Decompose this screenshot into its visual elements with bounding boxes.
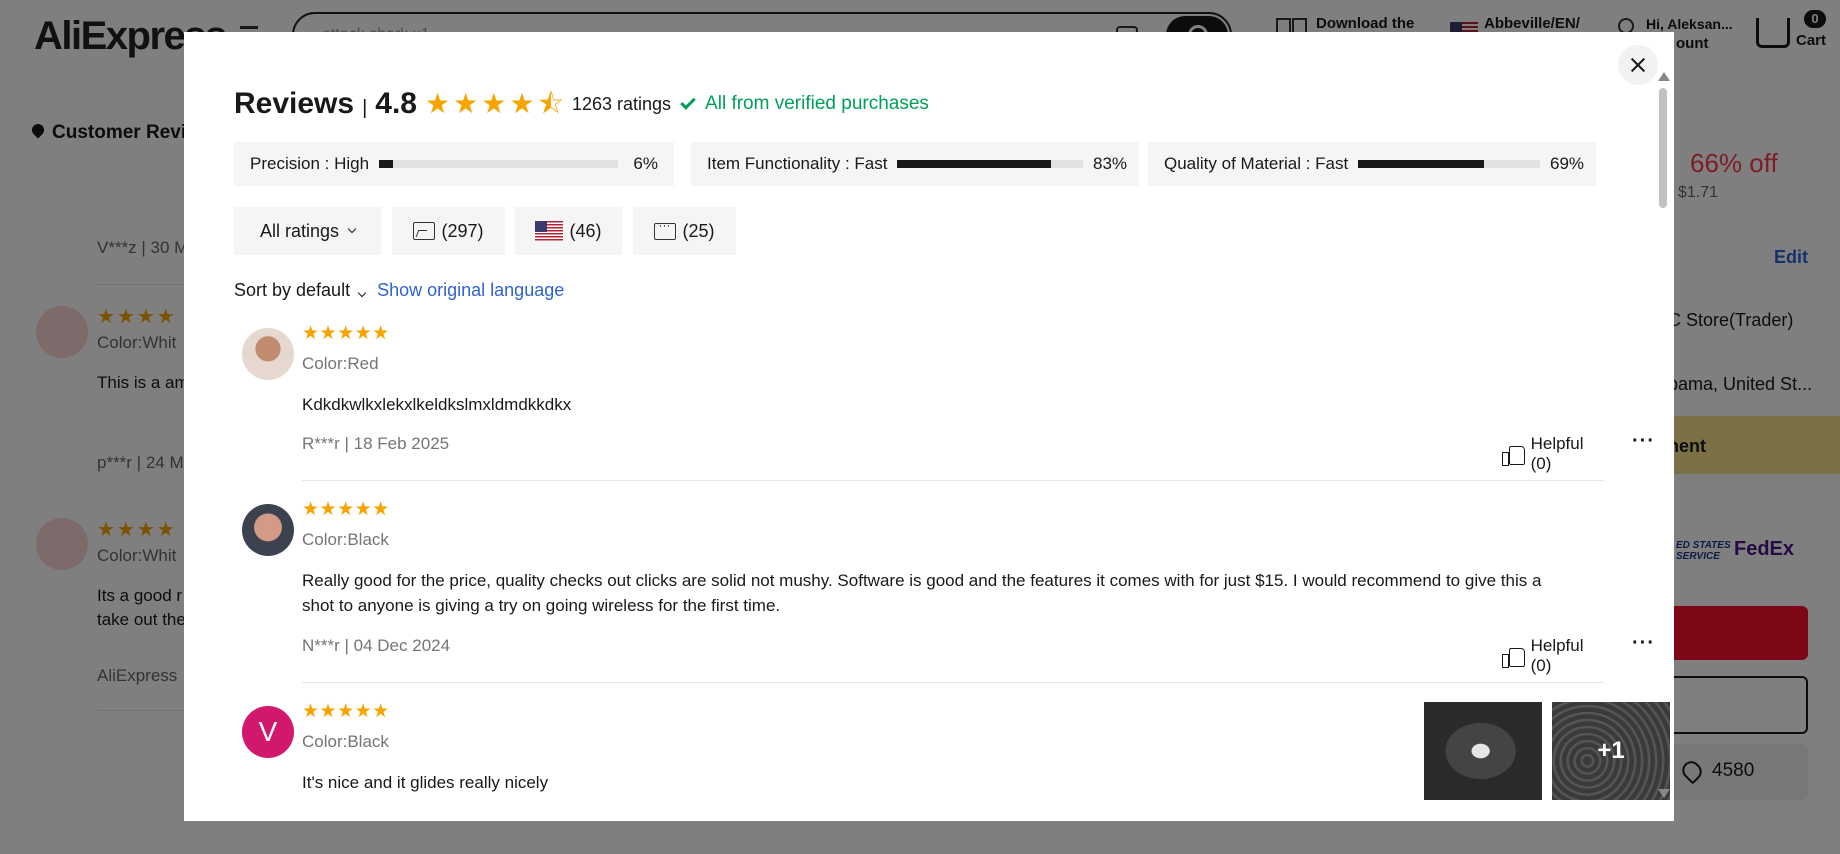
metric-percent: 69% [1550, 154, 1585, 173]
filter-country[interactable]: (46) [515, 207, 622, 255]
check-icon [680, 94, 696, 110]
divider [302, 480, 1604, 481]
show-original-language-link[interactable]: Show original language [377, 280, 564, 301]
filter-country-count: (46) [569, 220, 602, 241]
reviews-header: Reviews | 4.8 ★ ★ ★ ★ ⯪ 1263 ratings All… [234, 84, 929, 124]
modal-scrollbar[interactable] [1655, 72, 1670, 798]
filter-with-comments[interactable]: (25) [633, 207, 736, 255]
review-text: It's nice and it glides really nicely [302, 773, 549, 792]
metric-bar [379, 160, 618, 168]
filter-all-ratings-label: All ratings [259, 220, 340, 241]
review-variant: Color:Black [302, 530, 389, 549]
thumbs-up-icon [1502, 646, 1525, 668]
review-text: Really good for the price, quality check… [302, 571, 1542, 615]
us-flag-icon [535, 221, 564, 241]
metric-percent: 6% [633, 154, 658, 173]
metric-quality-of-material: Quality of Material : Fast 69% [1148, 142, 1596, 186]
verified-label: All from verified purchases [680, 93, 929, 115]
review-stars: ★★★★★ [302, 499, 390, 520]
metric-fill [379, 160, 394, 168]
thumbs-up-icon [1502, 444, 1525, 466]
review-meta: N***r | 04 Dec 2024 [302, 636, 451, 655]
review-stars: ★★★★★ [302, 323, 390, 344]
metric-precision: Precision : High 6% [234, 142, 674, 186]
review-meta: R***r | 18 Feb 2025 [302, 434, 450, 453]
review-text: Kdkdkwlkxlekxlkeldkslmxldmdkkdkx [302, 395, 572, 414]
helpful-label: Helpful (0) [1530, 434, 1584, 473]
star-icon: ★ [453, 88, 479, 119]
reviews-modal: Reviews | 4.8 ★ ★ ★ ★ ⯪ 1263 ratings All… [184, 32, 1674, 821]
metric-item-functionality: Item Functionality : Fast 83% [691, 142, 1139, 186]
reviews-title: Reviews [234, 87, 355, 120]
review-item: ★★★★★ Color:Red Kdkdkwlkxlekxlkeldkslmxl… [234, 322, 1654, 504]
image-icon [413, 222, 436, 240]
rating-stars: ★ ★ ★ ★ ⯪ [425, 90, 564, 118]
review-photo[interactable] [1424, 702, 1542, 800]
filter-with-photos[interactable]: (297) [392, 207, 505, 255]
title-separator: | [362, 96, 368, 119]
helpful-button[interactable]: Helpful (0) [1502, 434, 1604, 474]
filter-comments-count: (25) [682, 220, 715, 241]
more-options-icon[interactable]: ··· [1632, 430, 1655, 453]
star-icon: ★ [425, 88, 451, 119]
metric-fill [1358, 160, 1484, 168]
ratings-count: 1263 ratings [571, 93, 672, 114]
avatar [242, 504, 294, 556]
more-options-icon[interactable]: ··· [1632, 632, 1655, 655]
verified-text: All from verified purchases [705, 93, 929, 114]
filter-photos-count: (297) [441, 220, 484, 241]
metric-label: Item Functionality : Fast [707, 154, 888, 173]
avatar [242, 328, 294, 380]
metric-percent: 83% [1093, 154, 1128, 173]
sort-label: Sort by default [234, 280, 351, 300]
scroll-thumb[interactable] [1659, 88, 1667, 208]
metric-bar [897, 160, 1083, 168]
sort-row: Sort by default Show original language [234, 280, 564, 301]
metric-label: Quality of Material : Fast [1164, 154, 1349, 173]
scroll-up-icon[interactable] [1658, 72, 1670, 81]
review-variant: Color:Black [302, 732, 389, 751]
filter-all-ratings[interactable]: All ratings [234, 207, 381, 255]
sort-dropdown[interactable]: Sort by default [234, 280, 367, 301]
chevron-down-icon [347, 224, 357, 234]
scroll-down-icon[interactable] [1658, 789, 1670, 798]
avatar: V [242, 706, 294, 758]
metric-fill [897, 160, 1052, 168]
helpful-button[interactable]: Helpful (0) [1502, 636, 1604, 676]
star-icon: ★ [509, 88, 535, 119]
comment-icon [654, 218, 677, 240]
review-item: V ★★★★★ Color:Black It's nice and it gli… [234, 700, 1670, 821]
close-button[interactable] [1618, 45, 1658, 85]
review-item: ★★★★★ Color:Black Really good for the pr… [234, 498, 1654, 698]
helpful-label: Helpful (0) [1530, 636, 1584, 675]
review-variant: Color:Red [302, 354, 379, 373]
more-photos-count[interactable]: +1 [1552, 702, 1670, 800]
chevron-down-icon [357, 288, 367, 298]
divider [302, 682, 1604, 683]
average-rating: 4.8 [375, 87, 417, 120]
metric-bar [1358, 160, 1540, 168]
star-icon: ★ [481, 88, 507, 119]
star-half-icon: ⯪ [537, 88, 564, 119]
review-stars: ★★★★★ [302, 701, 390, 722]
metric-label: Precision : High [250, 154, 370, 173]
